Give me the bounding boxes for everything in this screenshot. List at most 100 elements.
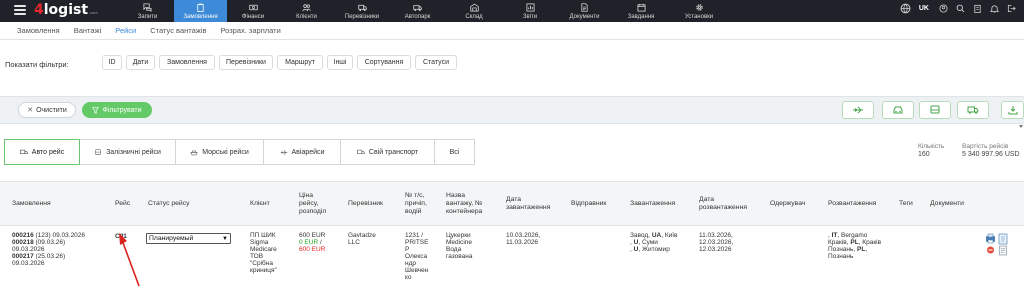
logo[interactable]: 4 logist .com (34, 2, 98, 20)
price-separator: / (319, 239, 322, 246)
download-icon (1008, 106, 1017, 115)
cell-carrier[interactable]: Gavtadze LLC (348, 232, 376, 246)
col-cargo[interactable]: Назва вантажу, № контейнера (446, 192, 482, 216)
filter-chip-statuses[interactable]: Статуси (415, 55, 457, 70)
plane-trip-button[interactable] (842, 101, 874, 119)
trip-status-select[interactable]: Планируемый ▼ (146, 233, 231, 244)
attachment-icon[interactable] (999, 245, 1007, 256)
trip-count: Кількість 160 (918, 143, 944, 159)
col-carrier[interactable]: Перевізник (348, 200, 383, 208)
documents-icon[interactable] (998, 233, 1008, 245)
client-line: Medicare (250, 246, 277, 253)
cargo-line: Цукерки (446, 232, 471, 239)
tab-all[interactable]: Всі (435, 139, 475, 165)
delete-icon[interactable] (987, 246, 994, 254)
col-load-date-line: завантаження (506, 204, 551, 211)
filter-chip-id[interactable]: ID (102, 55, 122, 70)
col-cargo-line: вантажу, № (446, 200, 483, 207)
cell-loading: Завод, UA, Київ , U, Суми , U, Житомир (630, 232, 678, 253)
subnav-salary[interactable]: Розрах. зарплати (220, 26, 280, 35)
col-unloading[interactable]: Розвантаження (828, 200, 876, 208)
col-orders[interactable]: Замовлення (12, 200, 51, 208)
bell-icon[interactable] (990, 4, 999, 13)
col-receiver[interactable]: Одержувач (770, 200, 805, 208)
col-client[interactable]: Клієнт (250, 200, 270, 208)
vehicle-front-button[interactable] (882, 101, 914, 119)
col-price[interactable]: Ціна рейсу, розподіл (299, 192, 326, 216)
truck-icon (967, 106, 979, 114)
nav-item-fleet[interactable]: Автопарк (390, 0, 445, 22)
logout-icon[interactable] (1007, 4, 1016, 13)
language-selector[interactable]: UK (919, 5, 929, 12)
col-unload-date[interactable]: Дата розвантаження (699, 196, 747, 212)
col-sender[interactable]: Відправник (571, 200, 606, 208)
excel-export-button[interactable] (1001, 101, 1024, 119)
clear-button[interactable]: ✕ Очистити (18, 102, 76, 118)
order-line[interactable]: 000216 (123) 09.03.2026 (12, 232, 85, 239)
subnav-cargo-status[interactable]: Статус вантажів (150, 26, 206, 35)
tab-sea-trips[interactable]: Морські рейси (176, 139, 264, 165)
price-unpaid: 600 EUR (299, 246, 326, 253)
col-docs[interactable]: Документи (930, 200, 964, 208)
nav-item-settings[interactable]: Установки (670, 0, 728, 22)
tab-rail-trips[interactable]: Залізничні рейси (80, 139, 176, 165)
nav-item-documents[interactable]: Документи (557, 0, 612, 22)
chevron-down-icon: ▼ (222, 236, 228, 242)
menu-icon[interactable] (14, 5, 26, 15)
close-icon: ✕ (27, 107, 34, 114)
unloading-point: Познань, PL, (828, 246, 881, 253)
col-load-date-line: Дата (506, 196, 522, 203)
logo-suffix: .com (89, 10, 98, 15)
search-icon[interactable] (956, 4, 965, 13)
col-vehicle-line: причіп, (405, 200, 427, 207)
order-date: 09.03.2026 (12, 246, 45, 253)
col-vehicle[interactable]: № т/с, причіп, водій (405, 192, 427, 216)
vehicle-line: Олекса (405, 253, 428, 260)
nav-item-clients[interactable]: Клієнти (279, 0, 334, 22)
filter-chip-carriers[interactable]: Перевізники (219, 55, 273, 70)
nav-item-warehouse[interactable]: Склад (445, 0, 503, 22)
count-value: 160 (918, 151, 930, 158)
col-loading[interactable]: Завантаження (630, 200, 675, 208)
tab-own-transport[interactable]: Свій транспорт (341, 139, 435, 165)
filter-chip-route[interactable]: Маршрут (277, 55, 323, 70)
bus-button[interactable] (919, 101, 951, 119)
truck-button[interactable] (957, 101, 989, 119)
user-icon[interactable] (939, 4, 948, 13)
clipboard-list-icon[interactable] (973, 4, 982, 13)
unload-date-line: 12.03.2026 (699, 246, 732, 253)
nav-item-reports[interactable]: Звіти (503, 0, 557, 22)
subnav-orders[interactable]: Замовлення (17, 26, 60, 35)
nav-item-requests[interactable]: Запити (121, 0, 174, 22)
nav-item-finance[interactable]: Фінанси (227, 0, 279, 22)
order-line[interactable]: 000217 (25.03.26) (12, 253, 85, 260)
order-line[interactable]: 000218 (09.03.26) (12, 239, 85, 246)
filter-label: Фільтрувати (102, 106, 142, 114)
col-load-date[interactable]: Дата завантаження (506, 196, 550, 212)
col-tags[interactable]: Теги (899, 200, 913, 208)
nav-item-carriers[interactable]: Перевізники (334, 0, 390, 22)
tab-air-trips[interactable]: Авіарейси (264, 139, 341, 165)
filter-chip-dates[interactable]: Дати (126, 55, 155, 70)
col-status[interactable]: Статус рейсу (148, 200, 190, 208)
subnav-trips[interactable]: Рейси (115, 26, 136, 35)
cost-value: 5 340 997.96 USD (962, 151, 1020, 158)
cell-cargo: Цукерки Medicine Вода газована (446, 232, 473, 260)
order-info: (25.03.26) (35, 253, 66, 260)
globe-icon[interactable] (900, 3, 911, 14)
nav-label: Звіти (522, 14, 538, 20)
load-date-line: 11.03.2026 (506, 239, 539, 246)
client-line: "Срібна (250, 260, 273, 267)
subnav-cargo[interactable]: Вантажі (74, 26, 102, 35)
col-trip[interactable]: Рейс (115, 200, 130, 208)
filter-button[interactable]: Фільтрувати (82, 102, 152, 118)
print-icon[interactable] (986, 233, 995, 244)
nav-item-orders[interactable]: Замовлення (174, 0, 227, 22)
nav-item-tasks[interactable]: Завдання (612, 0, 670, 22)
tab-auto-trips[interactable]: Авто рейс (4, 139, 80, 165)
action-bar: ✕ Очистити Фільтрувати (0, 96, 1024, 124)
trip-cost: Вартість рейсів 5 340 997.96 USD (962, 143, 1020, 159)
filter-chip-orders[interactable]: Замовлення (159, 55, 215, 70)
filter-chip-sorting[interactable]: Сортування (357, 55, 411, 70)
filter-chip-other[interactable]: Інші (327, 55, 353, 70)
